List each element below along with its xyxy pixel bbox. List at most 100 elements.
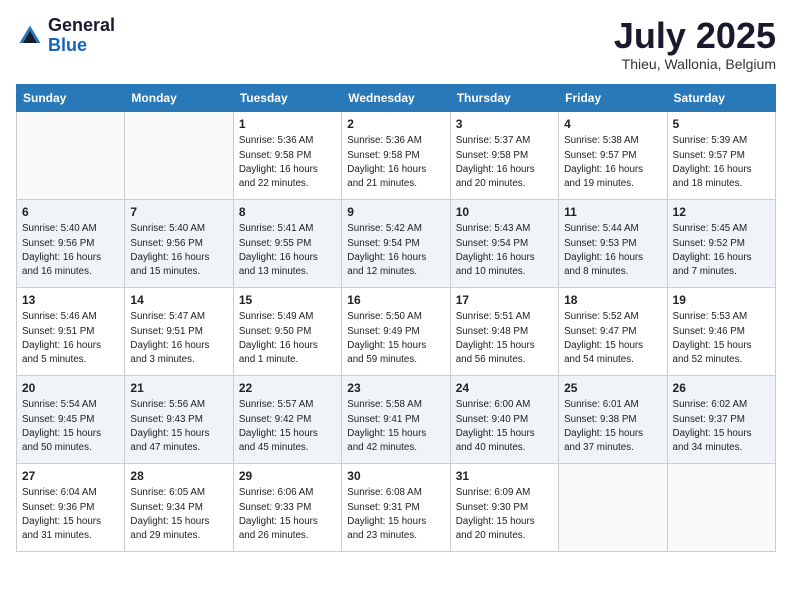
calendar-cell: 3Sunrise: 5:37 AM Sunset: 9:58 PM Daylig… [450,111,558,199]
day-info: Sunrise: 5:36 AM Sunset: 9:58 PM Dayligh… [239,134,336,191]
day-number: 15 [239,292,336,309]
day-number: 25 [564,380,661,397]
title-block: July 2025 Thieu, Wallonia, Belgium [614,16,776,72]
day-info: Sunrise: 5:37 AM Sunset: 9:58 PM Dayligh… [456,134,553,191]
day-number: 4 [564,116,661,133]
day-info: Sunrise: 5:41 AM Sunset: 9:55 PM Dayligh… [239,222,336,279]
day-number: 8 [239,204,336,221]
header-day-thursday: Thursday [450,84,558,111]
day-info: Sunrise: 5:38 AM Sunset: 9:57 PM Dayligh… [564,134,661,191]
day-info: Sunrise: 6:01 AM Sunset: 9:38 PM Dayligh… [564,398,661,455]
day-info: Sunrise: 5:51 AM Sunset: 9:48 PM Dayligh… [456,310,553,367]
day-number: 12 [673,204,770,221]
day-number: 6 [22,204,119,221]
day-number: 17 [456,292,553,309]
day-number: 21 [130,380,227,397]
header-day-friday: Friday [559,84,667,111]
day-number: 31 [456,468,553,485]
month-title: July 2025 [614,16,776,56]
day-info: Sunrise: 5:44 AM Sunset: 9:53 PM Dayligh… [564,222,661,279]
day-info: Sunrise: 5:36 AM Sunset: 9:58 PM Dayligh… [347,134,444,191]
calendar-cell: 11Sunrise: 5:44 AM Sunset: 9:53 PM Dayli… [559,199,667,287]
day-info: Sunrise: 5:43 AM Sunset: 9:54 PM Dayligh… [456,222,553,279]
calendar-cell: 22Sunrise: 5:57 AM Sunset: 9:42 PM Dayli… [233,375,341,463]
day-info: Sunrise: 6:02 AM Sunset: 9:37 PM Dayligh… [673,398,770,455]
day-number: 2 [347,116,444,133]
calendar-cell: 17Sunrise: 5:51 AM Sunset: 9:48 PM Dayli… [450,287,558,375]
calendar-cell: 24Sunrise: 6:00 AM Sunset: 9:40 PM Dayli… [450,375,558,463]
day-number: 22 [239,380,336,397]
day-info: Sunrise: 6:05 AM Sunset: 9:34 PM Dayligh… [130,486,227,543]
day-info: Sunrise: 5:53 AM Sunset: 9:46 PM Dayligh… [673,310,770,367]
calendar-cell: 30Sunrise: 6:08 AM Sunset: 9:31 PM Dayli… [342,463,450,551]
day-number: 26 [673,380,770,397]
day-info: Sunrise: 6:00 AM Sunset: 9:40 PM Dayligh… [456,398,553,455]
calendar-week-4: 20Sunrise: 5:54 AM Sunset: 9:45 PM Dayli… [17,375,776,463]
calendar-cell: 31Sunrise: 6:09 AM Sunset: 9:30 PM Dayli… [450,463,558,551]
calendar-cell: 2Sunrise: 5:36 AM Sunset: 9:58 PM Daylig… [342,111,450,199]
logo: General Blue [16,16,115,56]
header-day-sunday: Sunday [17,84,125,111]
day-number: 13 [22,292,119,309]
calendar-header: SundayMondayTuesdayWednesdayThursdayFrid… [17,84,776,111]
day-info: Sunrise: 6:06 AM Sunset: 9:33 PM Dayligh… [239,486,336,543]
calendar-cell: 7Sunrise: 5:40 AM Sunset: 9:56 PM Daylig… [125,199,233,287]
day-number: 27 [22,468,119,485]
calendar-cell [667,463,775,551]
day-number: 20 [22,380,119,397]
day-number: 16 [347,292,444,309]
calendar-week-1: 1Sunrise: 5:36 AM Sunset: 9:58 PM Daylig… [17,111,776,199]
logo-text: General Blue [48,16,115,56]
day-number: 1 [239,116,336,133]
day-info: Sunrise: 5:54 AM Sunset: 9:45 PM Dayligh… [22,398,119,455]
header-row: SundayMondayTuesdayWednesdayThursdayFrid… [17,84,776,111]
calendar-cell: 28Sunrise: 6:05 AM Sunset: 9:34 PM Dayli… [125,463,233,551]
day-number: 9 [347,204,444,221]
day-info: Sunrise: 5:42 AM Sunset: 9:54 PM Dayligh… [347,222,444,279]
day-number: 7 [130,204,227,221]
calendar-cell [125,111,233,199]
day-number: 14 [130,292,227,309]
day-info: Sunrise: 5:47 AM Sunset: 9:51 PM Dayligh… [130,310,227,367]
day-info: Sunrise: 5:40 AM Sunset: 9:56 PM Dayligh… [22,222,119,279]
day-info: Sunrise: 6:04 AM Sunset: 9:36 PM Dayligh… [22,486,119,543]
calendar-cell [17,111,125,199]
header-day-saturday: Saturday [667,84,775,111]
calendar-cell: 14Sunrise: 5:47 AM Sunset: 9:51 PM Dayli… [125,287,233,375]
calendar-cell: 12Sunrise: 5:45 AM Sunset: 9:52 PM Dayli… [667,199,775,287]
day-number: 10 [456,204,553,221]
day-number: 23 [347,380,444,397]
calendar-cell: 10Sunrise: 5:43 AM Sunset: 9:54 PM Dayli… [450,199,558,287]
day-number: 19 [673,292,770,309]
day-info: Sunrise: 5:58 AM Sunset: 9:41 PM Dayligh… [347,398,444,455]
day-number: 29 [239,468,336,485]
page-header: General Blue July 2025 Thieu, Wallonia, … [16,16,776,72]
logo-blue: Blue [48,36,115,56]
calendar-cell: 16Sunrise: 5:50 AM Sunset: 9:49 PM Dayli… [342,287,450,375]
day-info: Sunrise: 6:09 AM Sunset: 9:30 PM Dayligh… [456,486,553,543]
day-info: Sunrise: 5:45 AM Sunset: 9:52 PM Dayligh… [673,222,770,279]
calendar-cell: 19Sunrise: 5:53 AM Sunset: 9:46 PM Dayli… [667,287,775,375]
day-info: Sunrise: 5:56 AM Sunset: 9:43 PM Dayligh… [130,398,227,455]
day-info: Sunrise: 5:39 AM Sunset: 9:57 PM Dayligh… [673,134,770,191]
calendar-cell: 23Sunrise: 5:58 AM Sunset: 9:41 PM Dayli… [342,375,450,463]
calendar-cell: 15Sunrise: 5:49 AM Sunset: 9:50 PM Dayli… [233,287,341,375]
calendar-week-3: 13Sunrise: 5:46 AM Sunset: 9:51 PM Dayli… [17,287,776,375]
calendar-cell: 21Sunrise: 5:56 AM Sunset: 9:43 PM Dayli… [125,375,233,463]
header-day-tuesday: Tuesday [233,84,341,111]
day-number: 28 [130,468,227,485]
day-info: Sunrise: 5:40 AM Sunset: 9:56 PM Dayligh… [130,222,227,279]
day-number: 5 [673,116,770,133]
day-info: Sunrise: 6:08 AM Sunset: 9:31 PM Dayligh… [347,486,444,543]
logo-general: General [48,16,115,36]
day-number: 11 [564,204,661,221]
day-info: Sunrise: 5:46 AM Sunset: 9:51 PM Dayligh… [22,310,119,367]
calendar-cell: 4Sunrise: 5:38 AM Sunset: 9:57 PM Daylig… [559,111,667,199]
calendar-cell: 8Sunrise: 5:41 AM Sunset: 9:55 PM Daylig… [233,199,341,287]
calendar-week-2: 6Sunrise: 5:40 AM Sunset: 9:56 PM Daylig… [17,199,776,287]
day-info: Sunrise: 5:50 AM Sunset: 9:49 PM Dayligh… [347,310,444,367]
calendar-cell: 25Sunrise: 6:01 AM Sunset: 9:38 PM Dayli… [559,375,667,463]
day-number: 30 [347,468,444,485]
calendar-cell: 5Sunrise: 5:39 AM Sunset: 9:57 PM Daylig… [667,111,775,199]
calendar-cell: 6Sunrise: 5:40 AM Sunset: 9:56 PM Daylig… [17,199,125,287]
